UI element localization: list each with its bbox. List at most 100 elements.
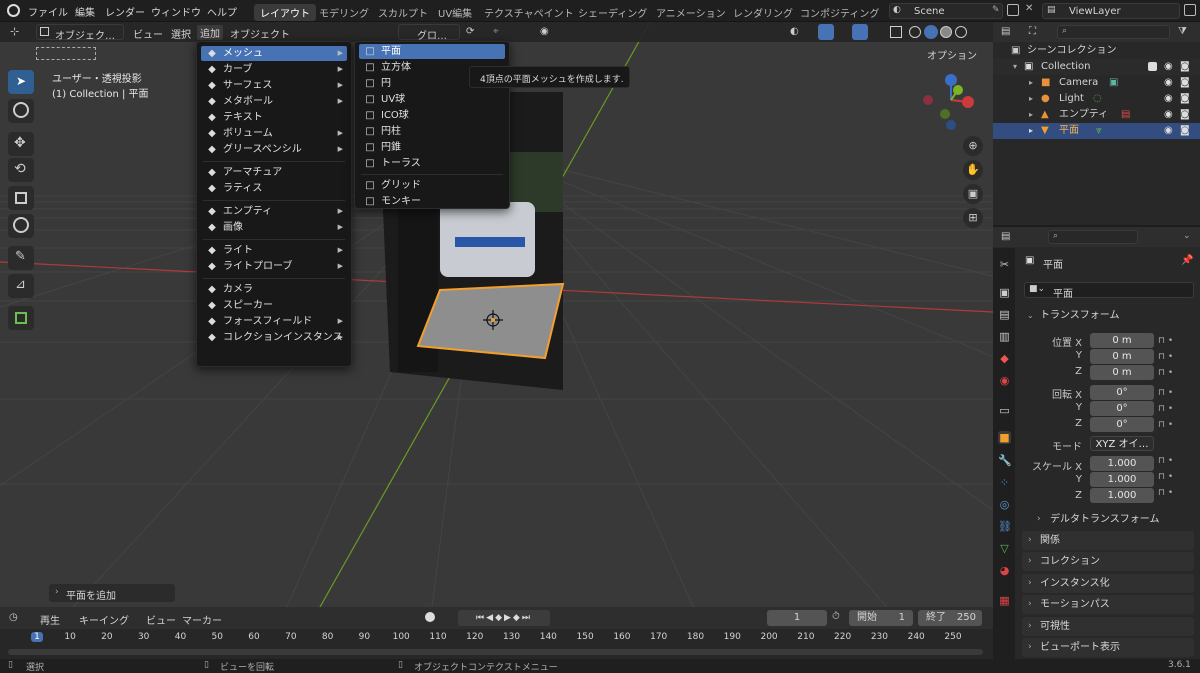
modifier-tab-icon[interactable]: 🔧 [998,454,1012,467]
shading-rendered-icon[interactable] [955,26,967,38]
editor-type-icon[interactable]: ⊹ [10,25,19,38]
mesh-menu-item-cone[interactable]: □ 円錐 [359,140,505,155]
location-x-field[interactable]: 0 m [1090,333,1154,348]
outliner-item-collection[interactable]: ▾ ▣ Collection ◉ ◙ [993,59,1200,75]
viewport-display-panel-header[interactable]: › ビューポート表示 [1022,638,1194,657]
render-tab-icon[interactable]: ▣ [998,286,1011,299]
object-tab-icon[interactable]: ■ [998,431,1011,444]
mesh-menu-item-cylinder[interactable]: □ 円柱 [359,124,505,139]
lock-icon[interactable]: ⊓ • [1158,485,1186,501]
eye-icon[interactable]: ◉ [1164,59,1173,75]
tool-scale[interactable] [8,186,34,210]
menu-view[interactable]: ビュー [146,612,176,627]
menu-marker[interactable]: マーカー [182,612,222,627]
tool-rotate[interactable]: ⟲ [8,158,34,182]
outliner-item-plane[interactable]: ▸ ▼ 平面 ⩔ ◉ ◙ [993,123,1200,139]
outliner-item-empty[interactable]: ▸ ▲ エンプティ ▤ ◉ ◙ [993,107,1200,123]
object-name-field[interactable]: ■⌄ 平面 [1024,282,1194,300]
mesh-menu-item-plane[interactable]: □ 平面 [359,44,505,59]
collection-tab-icon[interactable]: ▭ [998,404,1011,417]
pan-hand-icon[interactable]: ✋ [963,160,983,180]
rotation-x-field[interactable]: 0° [1090,385,1154,400]
tool-annotate[interactable]: ✎ [8,246,34,270]
tab-uv-edit[interactable]: UV編集 [438,5,472,20]
lock-icon[interactable]: ⊓ • [1158,365,1186,381]
add-menu-item-surface[interactable]: ◆ サーフェス ▶ [201,78,347,93]
add-menu-item-metaball[interactable]: ◆ メタボール ▶ [201,94,347,109]
editor-type-icon[interactable]: ◷ [9,612,18,623]
add-menu-item-camera[interactable]: ◆ カメラ [201,282,347,297]
tool-measure[interactable]: ⊿ [8,274,34,298]
rotation-z-field[interactable]: 0° [1090,417,1154,432]
menu-add[interactable]: 追加 [197,25,223,40]
last-operator-panel[interactable]: › 平面を追加 [49,584,175,602]
tab-animation[interactable]: アニメーション [656,5,726,20]
frame-ruler[interactable]: 1 10 20 30 40 50 60 70 80 90 100 110 120 130 140 150 160… [0,632,993,646]
scene-tab-icon[interactable]: ◆ [998,352,1011,365]
current-frame-field[interactable]: 1 [767,610,827,626]
menu-select[interactable]: 選択 [171,26,191,41]
scale-z-field[interactable]: 1.000 [1090,488,1154,503]
add-menu-item-collection-instance[interactable]: ◆ コレクションインスタンス ▶ [201,330,347,345]
instancing-panel-header[interactable]: › インスタンス化 [1022,574,1194,593]
motion-paths-panel-header[interactable]: › モーションパス [1022,595,1194,614]
lock-icon[interactable]: ⊓ • [1158,417,1186,433]
menu-help[interactable]: ヘルプ [207,4,237,19]
physics-tab-icon[interactable]: ◎ [998,498,1011,511]
lock-icon[interactable]: ⊓ • [1158,401,1186,417]
add-menu-item-empty[interactable]: ◆ エンプティ ▶ [201,204,347,219]
delete-scene-icon[interactable]: ✕ [1025,3,1033,14]
select-box-mode-icon[interactable] [36,47,96,60]
lock-icon[interactable]: ⊓ • [1158,469,1186,485]
camera-view-icon[interactable]: ▣ [963,184,983,204]
frame-start-field[interactable]: 開始 1 [849,610,913,626]
tool-transform[interactable] [8,214,34,238]
menu-object[interactable]: オブジェクト [230,26,290,41]
data-tab-icon[interactable]: ▽ [998,542,1011,555]
transform-panel-header[interactable]: ⌄ トランスフォーム [1022,306,1194,325]
location-y-field[interactable]: 0 m [1090,349,1154,364]
add-menu-item-mesh[interactable]: ◆ メッシュ ▶ [201,46,347,61]
filter-display-icon[interactable]: ⛶ [1029,26,1036,37]
new-scene-icon[interactable] [1007,4,1019,16]
eye-icon[interactable]: ◉ [1164,123,1173,139]
rotation-y-field[interactable]: 0° [1090,401,1154,416]
visibility-panel-header[interactable]: › 可視性 [1022,617,1194,636]
tool-cursor[interactable] [8,99,34,123]
lock-icon[interactable]: ⊓ • [1158,349,1186,365]
world-tab-icon[interactable]: ◉ [998,374,1011,387]
new-viewlayer-icon[interactable] [1184,4,1196,16]
eye-icon[interactable]: ◉ [1164,75,1173,91]
proportional-edit-icon[interactable]: ◉ [540,26,549,37]
mode-dropdown[interactable]: オブジェク… [36,24,124,42]
output-tab-icon[interactable]: ▤ [998,308,1011,321]
record-icon[interactable] [425,612,435,622]
render-camera-icon[interactable]: ◙ [1180,107,1190,123]
options-chevron-icon[interactable]: ⌄ [1183,231,1191,241]
overlay-toggle-icon[interactable] [852,24,868,40]
material-tab-icon[interactable]: ◕ [998,564,1011,577]
mesh-menu-item-torus[interactable]: □ トーラス [359,156,505,171]
menu-render[interactable]: レンダー [105,4,145,19]
frame-end-field[interactable]: 終了 250 [918,610,982,626]
menu-file[interactable]: ファイル [28,4,68,19]
options-dropdown[interactable]: オプション [927,47,977,62]
playback-controls[interactable]: ⏮◀◆▶◆⏭ [458,610,550,626]
scale-x-field[interactable]: 1.000 [1090,456,1154,471]
gizmo-toggle-icon[interactable] [818,24,834,40]
tab-texture-paint[interactable]: テクスチャペイント [484,5,574,20]
constraints-tab-icon[interactable]: ⛓ [998,520,1012,533]
render-camera-icon[interactable]: ◙ [1180,59,1190,75]
render-camera-icon[interactable]: ◙ [1180,123,1190,139]
add-menu-item-light-probe[interactable]: ◆ ライトプローブ ▶ [201,259,347,274]
texture-tab-icon[interactable]: ▦ [998,594,1011,607]
pin-icon[interactable]: ✎ [992,5,1000,15]
tool-select-box[interactable]: ➤ [8,70,34,94]
visibility-icon[interactable]: ◐ [790,26,799,37]
menu-window[interactable]: ウィンドウ [151,4,201,19]
outliner-item-light[interactable]: ▸ ● Light ◌ ◉ ◙ [993,91,1200,107]
orientation-dropdown[interactable]: グロ… [398,24,460,42]
stopwatch-icon[interactable]: ⏱ [832,611,840,622]
timeline-scrollbar[interactable] [8,649,983,655]
menu-keying[interactable]: キーイング [79,612,129,627]
